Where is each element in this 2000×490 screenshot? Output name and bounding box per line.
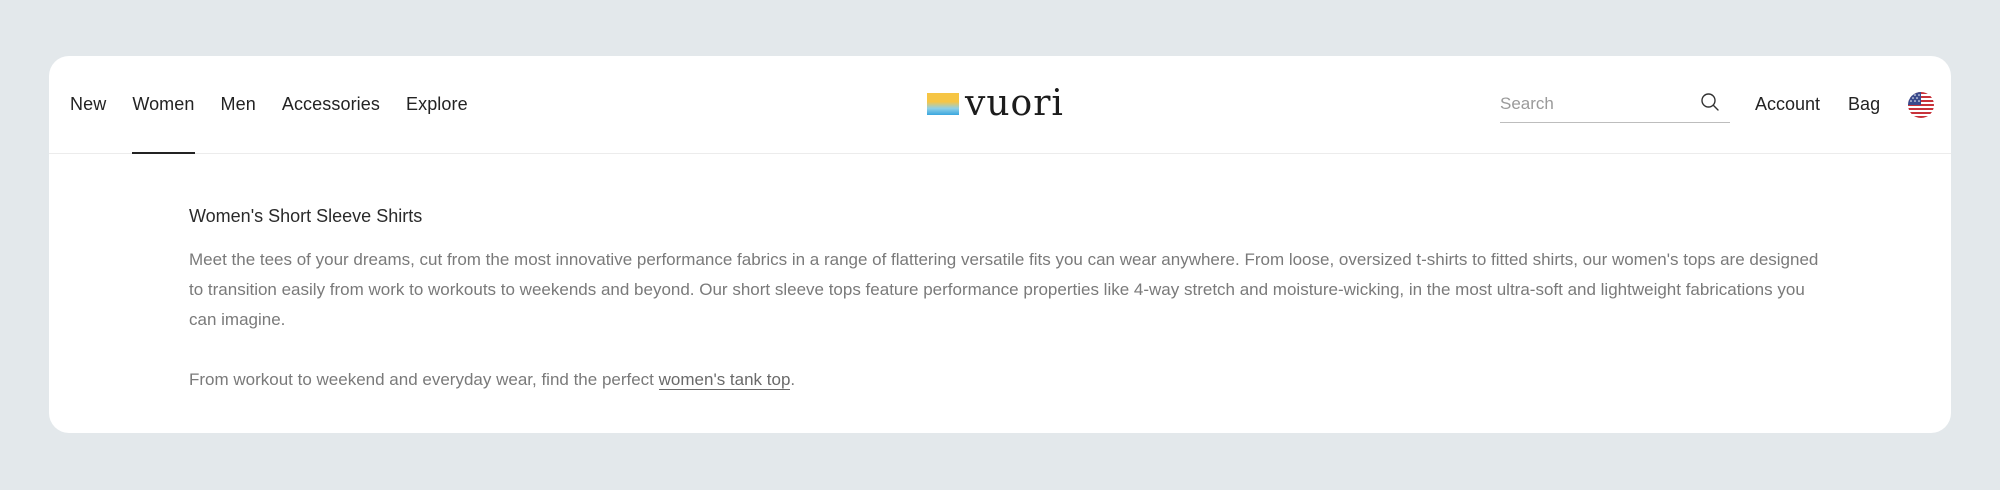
search-box [1500, 86, 1730, 123]
page-card: New Women Men Accessories Explore vuori … [49, 56, 1951, 433]
us-flag-icon[interactable] [1908, 91, 1935, 118]
search-input[interactable] [1500, 88, 1690, 120]
cta-prefix: From workout to weekend and everyday wea… [189, 370, 659, 389]
cta-suffix: . [790, 370, 796, 389]
bag-link[interactable]: Bag [1848, 94, 1880, 115]
main-nav: New Women Men Accessories Explore [70, 56, 468, 154]
brand-logo[interactable]: vuori [927, 86, 1064, 122]
logo-mark-icon [927, 93, 959, 115]
nav-item-new[interactable]: New [70, 56, 106, 153]
category-description: Women's Short Sleeve Shirts Meet the tee… [189, 206, 1829, 395]
tank-top-link[interactable]: women's tank top [658, 370, 791, 390]
page-title: Women's Short Sleeve Shirts [189, 206, 423, 226]
nav-item-accessories[interactable]: Accessories [282, 56, 380, 153]
account-link[interactable]: Account [1755, 94, 1820, 115]
cta-paragraph: From workout to weekend and everyday wea… [189, 365, 1829, 395]
search-icon[interactable] [1700, 92, 1720, 112]
site-header: New Women Men Accessories Explore vuori … [49, 56, 1951, 154]
nav-item-men[interactable]: Men [221, 56, 256, 153]
logo-text: vuori [965, 83, 1064, 124]
nav-item-explore[interactable]: Explore [406, 56, 468, 153]
header-actions: Account Bag [1755, 56, 1935, 153]
nav-item-women[interactable]: Women [132, 56, 195, 154]
category-description-text: Meet the tees of your dreams, cut from t… [189, 250, 1819, 329]
